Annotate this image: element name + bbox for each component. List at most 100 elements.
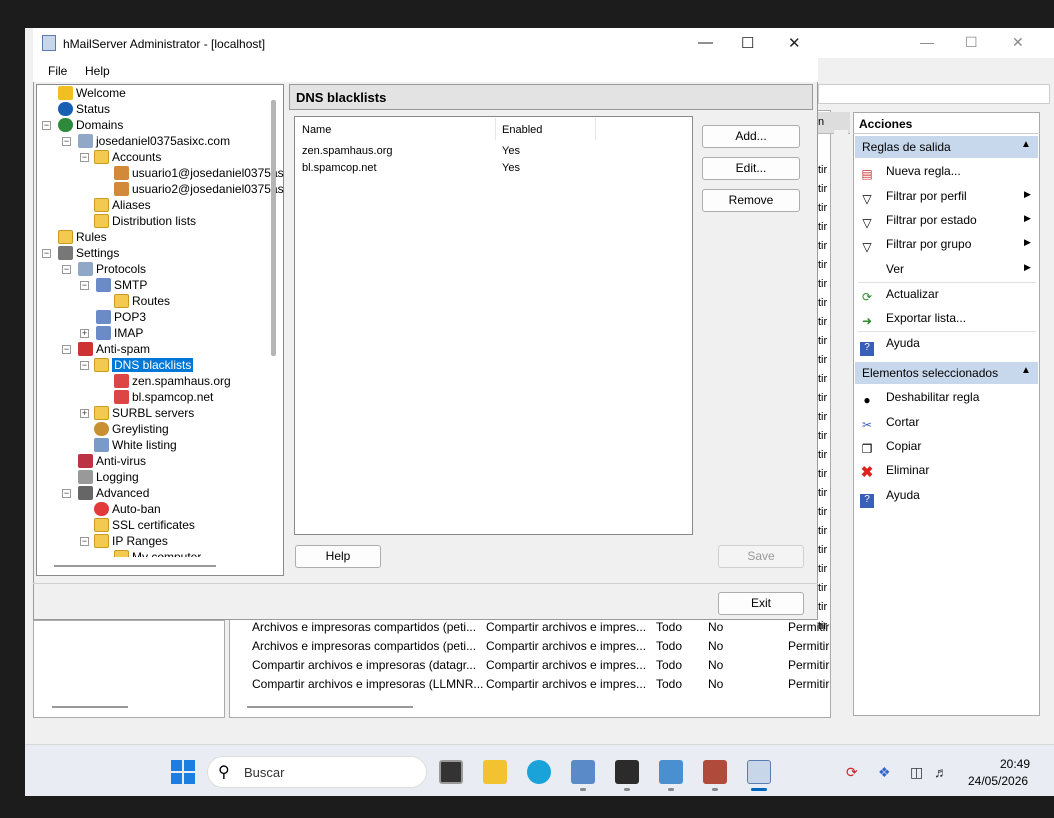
tree-scrollbar[interactable]	[271, 100, 276, 356]
tree-item[interactable]: usuario2@josedaniel0375as	[114, 181, 284, 197]
server-manager-icon[interactable]	[571, 760, 595, 784]
tree-item[interactable]: usuario1@josedaniel0375as	[114, 165, 284, 181]
collapse-icon[interactable]: −	[80, 361, 89, 370]
list-item[interactable]: bl.spamcop.net	[302, 162, 377, 174]
tree-scrollbar[interactable]	[52, 706, 128, 708]
list-item[interactable]: zen.spamhaus.org	[302, 145, 393, 157]
maximize-icon[interactable]: ☐	[965, 34, 978, 51]
minimize-icon[interactable]: —	[698, 34, 713, 51]
section-selected-items[interactable]: Elementos seleccionados ▲	[855, 362, 1038, 384]
tree-item[interactable]: zen.spamhaus.org	[114, 373, 231, 389]
tree-item[interactable]: SMTP	[96, 277, 147, 293]
blacklist-list[interactable]	[294, 116, 693, 535]
menu-file[interactable]: File	[48, 64, 67, 78]
list-h-scrollbar[interactable]	[247, 706, 413, 708]
edit-button[interactable]: Edit...	[702, 157, 800, 180]
address-bar[interactable]	[818, 84, 1050, 104]
column-name[interactable]: Name	[302, 124, 331, 136]
action-refresh[interactable]: ⟳ Actualizar	[860, 287, 939, 307]
tree-item[interactable]: Settings	[58, 245, 119, 261]
tree-item[interactable]: POP3	[96, 309, 146, 325]
action-filter-group[interactable]: ▽ Filtrar por grupo ▶	[860, 237, 1031, 257]
tree-item[interactable]: Anti-virus	[78, 453, 146, 469]
section-outbound-rules[interactable]: Reglas de salida ▲	[855, 136, 1038, 158]
volume-icon[interactable]: ♬	[934, 764, 948, 780]
hmailserver-icon[interactable]	[747, 760, 771, 784]
tree-item[interactable]: Protocols	[78, 261, 146, 277]
tree-item[interactable]: Advanced	[78, 485, 149, 501]
action-cut[interactable]: ✂ Cortar	[860, 415, 919, 435]
file-explorer-icon[interactable]	[483, 760, 507, 784]
menu-help[interactable]: Help	[85, 64, 110, 78]
add-button[interactable]: Add...	[702, 125, 800, 148]
start-icon[interactable]	[171, 760, 195, 784]
tree-item[interactable]: Distribution lists	[94, 213, 196, 229]
expand-icon[interactable]: +	[80, 329, 89, 338]
action-new-rule[interactable]: ▤ Nueva regla...	[860, 164, 960, 184]
tree-item[interactable]: Greylisting	[94, 421, 169, 437]
collapse-icon[interactable]: −	[42, 249, 51, 258]
network-icon[interactable]: ◫	[910, 764, 923, 781]
collapse-icon[interactable]: −	[62, 137, 71, 146]
tree-item[interactable]: SURBL servers	[94, 405, 194, 421]
edge-icon[interactable]	[527, 760, 551, 784]
tree-item[interactable]: Domains	[58, 117, 123, 133]
tree-h-scrollbar[interactable]	[54, 565, 216, 567]
tree-item[interactable]: Routes	[114, 293, 170, 309]
list-scrollbar[interactable]	[834, 130, 848, 720]
collapse-icon[interactable]: −	[62, 489, 71, 498]
action-filter-profile[interactable]: ▽ Filtrar por perfil ▶	[860, 189, 1031, 209]
expand-icon[interactable]: +	[80, 409, 89, 418]
exit-button[interactable]: Exit	[718, 592, 804, 615]
search-input[interactable]	[207, 756, 427, 788]
action-export[interactable]: ➜ Exportar lista...	[860, 311, 966, 331]
tree-item[interactable]: Auto-ban	[94, 501, 161, 517]
tree-item[interactable]: josedaniel0375asixc.com	[78, 133, 230, 149]
collapse-icon[interactable]: −	[62, 345, 71, 354]
action-copy[interactable]: ❐ Copiar	[860, 439, 922, 459]
firewall-icon[interactable]	[703, 760, 727, 784]
action-help-selected[interactable]: ? Ayuda	[860, 488, 920, 508]
action-view[interactable]: Ver ▶	[860, 262, 1031, 282]
tree-item[interactable]: Rules	[58, 229, 107, 245]
remove-button[interactable]: Remove	[702, 189, 800, 212]
close-icon[interactable]: ✕	[1012, 34, 1024, 51]
tree-item[interactable]: bl.spamcop.net	[114, 389, 213, 405]
collapse-icon[interactable]: −	[80, 153, 89, 162]
tree-item[interactable]: My computer	[114, 549, 201, 557]
action-filter-state[interactable]: ▽ Filtrar por estado ▶	[860, 213, 1031, 233]
clock-time[interactable]: 20:49	[1000, 757, 1030, 771]
collapse-icon[interactable]: −	[80, 537, 89, 546]
tree-item[interactable]: White listing	[94, 437, 177, 453]
action-disable-rule[interactable]: ● Deshabilitar regla	[860, 390, 979, 410]
terminal-icon[interactable]	[615, 760, 639, 784]
firewall-tree[interactable]	[33, 620, 225, 718]
collapse-icon[interactable]: −	[42, 121, 51, 130]
save-button[interactable]: Save	[718, 545, 804, 568]
control-panel-icon[interactable]	[659, 760, 683, 784]
action-delete[interactable]: ✖ Eliminar	[860, 463, 930, 483]
tree-item[interactable]: SSL certificates	[94, 517, 195, 533]
column-enabled[interactable]: Enabled	[502, 124, 542, 136]
tree-item[interactable]: Welcome	[58, 85, 126, 101]
tree-item[interactable]: Logging	[78, 469, 139, 485]
tree-item[interactable]: Status	[58, 101, 110, 117]
task-view-icon[interactable]	[439, 760, 463, 784]
tree-item[interactable]: Accounts	[94, 149, 161, 165]
help-button[interactable]: Help	[295, 545, 381, 568]
sync-icon[interactable]: ⟳	[846, 764, 858, 781]
clock-date[interactable]: 24/05/2026	[968, 774, 1028, 788]
maximize-icon[interactable]: ☐	[741, 34, 754, 52]
tree-item[interactable]: Aliases	[94, 197, 151, 213]
tree-item[interactable]: IMAP	[96, 325, 143, 341]
collapse-icon[interactable]: −	[62, 265, 71, 274]
tree-item[interactable]: IP Ranges	[94, 533, 168, 549]
tree-item[interactable]: DNS blacklists	[94, 357, 194, 373]
help-icon: ?	[860, 494, 874, 508]
collapse-icon[interactable]: −	[80, 281, 89, 290]
bluetooth-icon[interactable]: ❖	[878, 764, 891, 781]
close-icon[interactable]: ✕	[788, 34, 801, 52]
action-help[interactable]: ? Ayuda	[860, 336, 920, 356]
tree-item[interactable]: Anti-spam	[78, 341, 150, 357]
minimize-icon[interactable]: —	[920, 34, 934, 50]
